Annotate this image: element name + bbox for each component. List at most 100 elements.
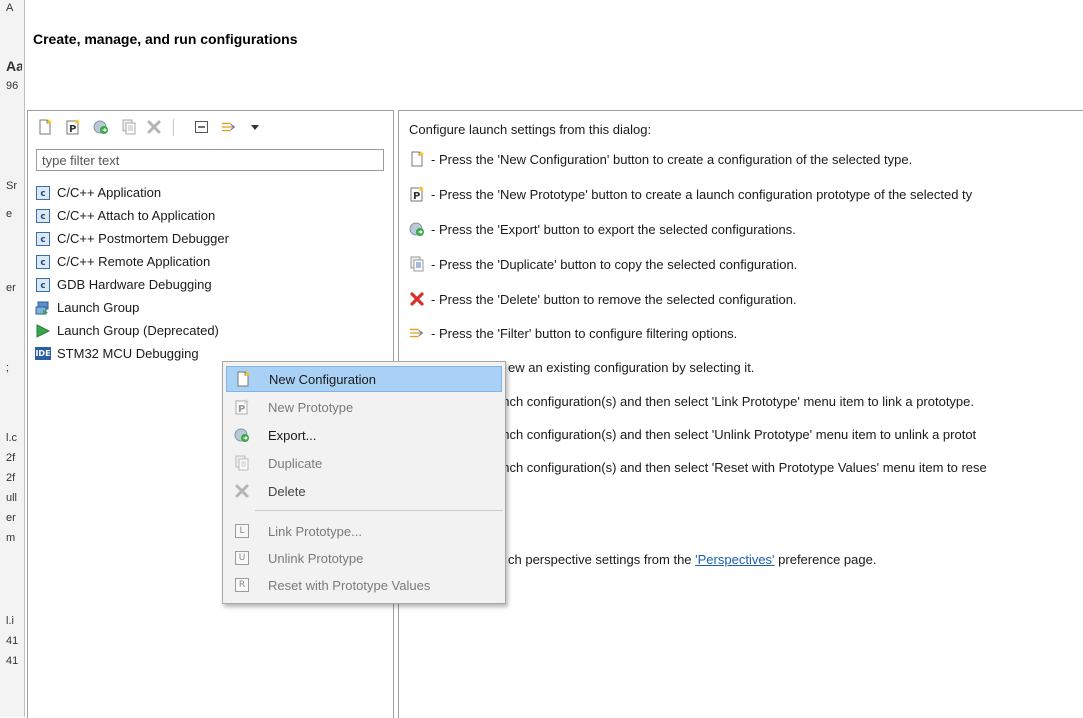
tree-item-cpp-application[interactable]: c C/C++ Application: [35, 182, 161, 203]
launch-group-icon: [35, 300, 51, 316]
tree-item-label: GDB Hardware Debugging: [57, 277, 212, 292]
filter-input[interactable]: [36, 149, 384, 171]
tree-item-cpp-attach[interactable]: c C/C++ Attach to Application: [35, 205, 215, 226]
tree-item-label: C/C++ Remote Application: [57, 254, 211, 269]
ide-icon: IDE: [35, 347, 51, 360]
toolbar-separator: [173, 119, 174, 136]
background-text-fragment: 41: [6, 635, 19, 647]
info-line: unch configuration(s) and then select 'U…: [495, 426, 977, 442]
menu-item-reset-with-prototype-values[interactable]: R Reset with Prototype Values: [226, 572, 502, 598]
menu-item-label: Unlink Prototype: [268, 550, 364, 566]
background-text-fragment: er: [6, 512, 16, 524]
tree-item-launch-group-deprecated[interactable]: Launch Group (Deprecated): [35, 320, 219, 341]
tree-item-label: Launch Group: [57, 300, 140, 315]
info-text: preference page.: [774, 551, 877, 567]
background-window-strip: A Aa 96 Sr e er ; l.c 2f 2f ull er m l.i…: [0, 0, 24, 717]
export-icon: [234, 427, 250, 443]
context-menu: New Configuration P New Prototype Export…: [222, 361, 506, 604]
info-line: unch configuration(s) and then select 'L…: [495, 393, 975, 409]
svg-text:P: P: [69, 124, 76, 135]
tree-item-label: C/C++ Application: [57, 185, 162, 200]
delete-icon: [234, 483, 250, 499]
delete-icon[interactable]: [146, 119, 162, 135]
tree-item-stm32-mcu-debugging[interactable]: IDE STM32 MCU Debugging: [35, 343, 199, 364]
info-text: - Press the 'Export' button to export th…: [431, 221, 796, 237]
info-text: - Press the 'Filter' button to configure…: [431, 325, 738, 341]
tree-item-launch-group[interactable]: Launch Group: [35, 297, 139, 318]
link-prototype-icon: L: [234, 523, 250, 539]
dialog-title: Create, manage, and run configurations: [33, 31, 298, 47]
background-text-fragment: A: [6, 2, 14, 14]
background-text-fragment: 2f: [6, 472, 16, 484]
filter-icon[interactable]: [221, 119, 237, 135]
filter-icon: [409, 325, 425, 341]
menu-item-duplicate[interactable]: Duplicate: [226, 450, 502, 476]
info-text: - Press the 'New Prototype' button to cr…: [431, 186, 973, 202]
new-prototype-icon: P: [234, 399, 250, 415]
perspectives-link[interactable]: 'Perspectives': [695, 552, 774, 567]
new-configuration-icon[interactable]: [37, 119, 53, 135]
info-heading: Configure launch settings from this dial…: [409, 121, 652, 137]
info-line: - Press the 'Duplicate' button to copy t…: [409, 254, 797, 274]
menu-item-unlink-prototype[interactable]: U Unlink Prototype: [226, 545, 502, 571]
new-configuration-icon: [409, 151, 425, 167]
collapse-all-icon[interactable]: [194, 119, 210, 135]
export-icon[interactable]: [93, 119, 109, 135]
info-line: ew an existing configuration by selectin…: [508, 359, 755, 375]
background-text-fragment: m: [6, 532, 16, 544]
menu-item-new-configuration[interactable]: New Configuration: [226, 366, 502, 392]
background-text-fragment: ;: [6, 362, 10, 374]
c-icon: c: [35, 277, 51, 293]
menu-item-label: New Prototype: [268, 399, 354, 415]
info-text: ch perspective settings from the: [508, 551, 696, 567]
reset-prototype-icon: R: [234, 577, 250, 593]
launch-group-deprecated-icon: [35, 323, 51, 339]
menu-item-label: Duplicate: [268, 455, 323, 471]
background-text-fragment: l.c: [6, 432, 17, 444]
unlink-prototype-icon: U: [234, 550, 250, 566]
tree-item-cpp-postmortem[interactable]: c C/C++ Postmortem Debugger: [35, 228, 229, 249]
background-text-fragment: e: [6, 208, 13, 220]
tree-item-cpp-remote[interactable]: c C/C++ Remote Application: [35, 251, 210, 272]
c-icon: c: [35, 185, 51, 201]
tree-item-label: Launch Group (Deprecated): [57, 323, 219, 338]
background-text-fragment: 2f: [6, 452, 16, 464]
info-line: - Press the 'Export' button to export th…: [409, 219, 796, 239]
new-prototype-icon: P: [409, 186, 425, 202]
menu-item-label: Export...: [268, 427, 317, 443]
menu-separator: [255, 510, 503, 511]
background-text-fragment: 96: [6, 80, 19, 92]
menu-item-delete[interactable]: Delete: [226, 478, 502, 504]
duplicate-icon[interactable]: [121, 119, 137, 135]
menu-item-label: Link Prototype...: [268, 523, 362, 539]
tree-item-label: STM32 MCU Debugging: [57, 346, 199, 361]
window-divider: [24, 0, 25, 717]
info-line: - Press the 'New Configuration' button t…: [409, 149, 912, 169]
menu-item-label: Reset with Prototype Values: [268, 577, 431, 593]
background-text-fragment: Sr: [6, 180, 17, 192]
background-text-fragment: Aa: [6, 58, 22, 74]
menu-item-label: Delete: [268, 483, 306, 499]
menu-item-export[interactable]: Export...: [226, 422, 502, 448]
menu-item-label: New Configuration: [269, 371, 376, 387]
background-text-fragment: 41: [6, 655, 19, 667]
c-icon: c: [35, 208, 51, 224]
svg-text:P: P: [413, 191, 420, 202]
duplicate-icon: [409, 256, 425, 272]
export-icon: [409, 221, 425, 237]
dropdown-arrow-icon[interactable]: [247, 119, 263, 135]
tree-item-label: C/C++ Attach to Application: [57, 208, 216, 223]
new-prototype-icon[interactable]: P: [65, 119, 81, 135]
background-text-fragment: er: [6, 282, 16, 294]
delete-icon: [409, 291, 425, 307]
new-configuration-icon: [235, 371, 251, 387]
info-text: - Press the 'Duplicate' button to copy t…: [431, 256, 798, 272]
tree-item-gdb-hardware[interactable]: c GDB Hardware Debugging: [35, 274, 212, 295]
background-text-fragment: l.i: [6, 615, 14, 627]
svg-text:P: P: [238, 404, 245, 415]
info-line: - Press the 'Delete' button to remove th…: [409, 289, 797, 309]
menu-item-new-prototype[interactable]: P New Prototype: [226, 394, 502, 420]
menu-item-link-prototype[interactable]: L Link Prototype...: [226, 518, 502, 544]
info-line: - Press the 'Filter' button to configure…: [409, 323, 737, 343]
duplicate-icon: [234, 455, 250, 471]
